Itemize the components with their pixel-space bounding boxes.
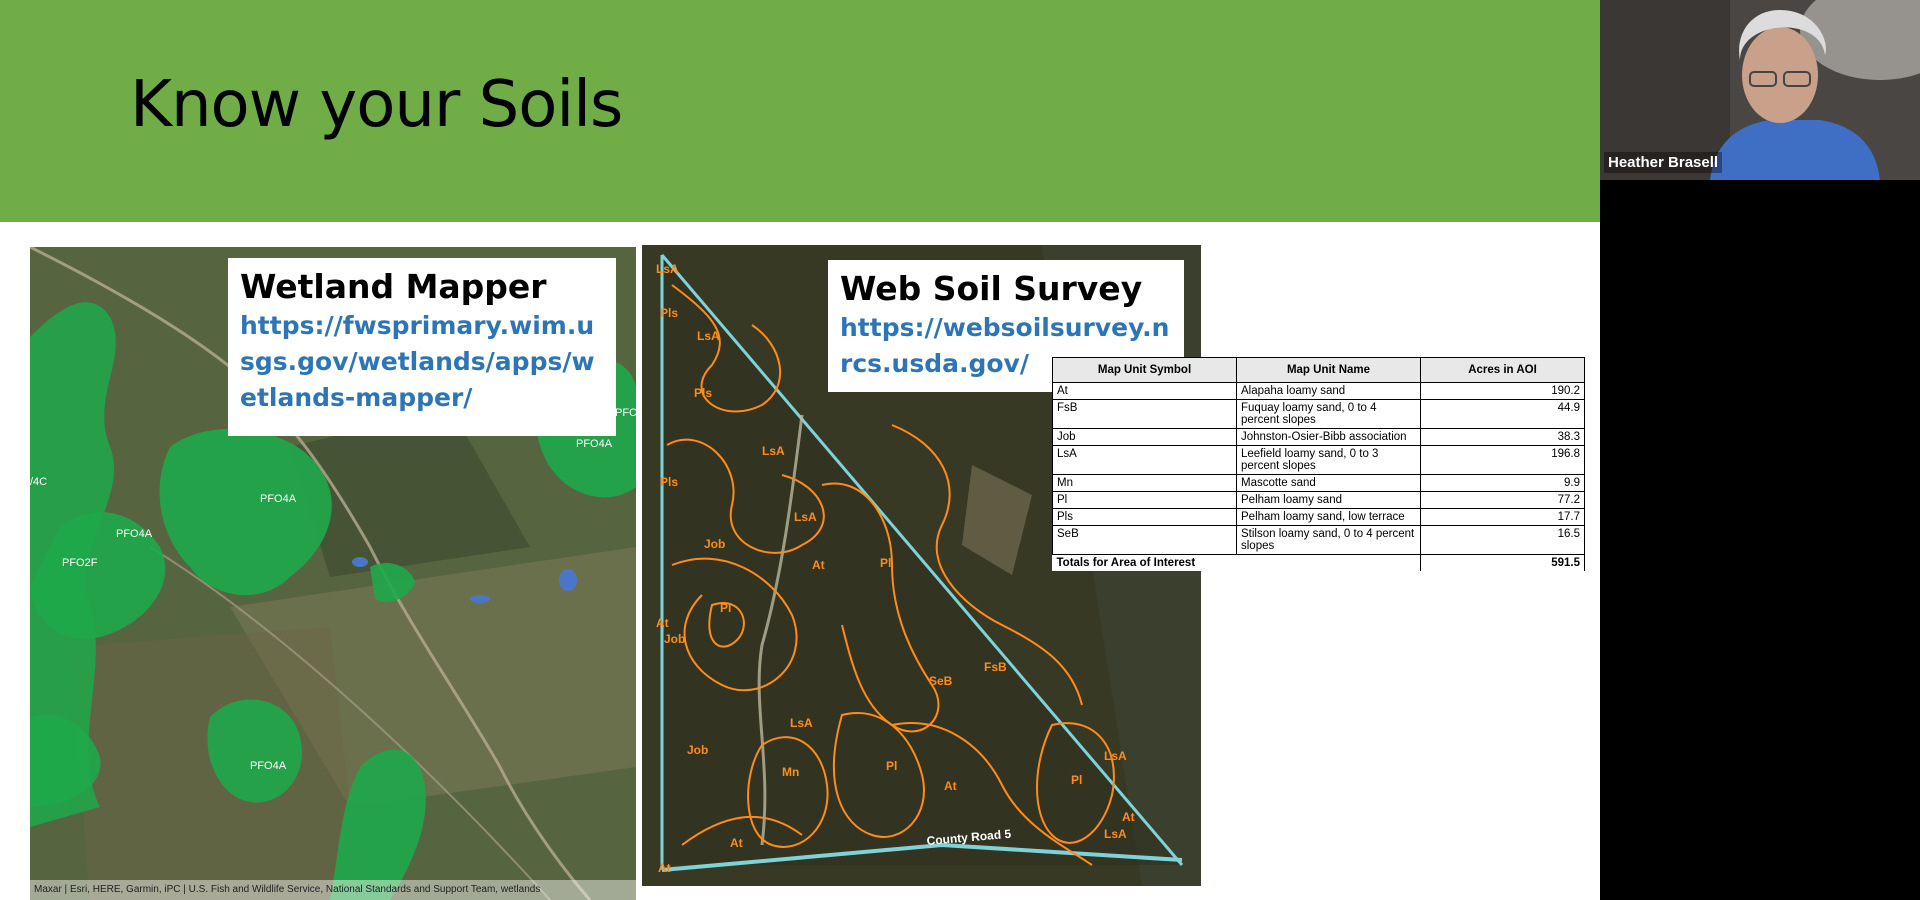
soil-map-label: Pl — [886, 759, 897, 773]
wetland-map-label: PFO2F — [62, 557, 98, 569]
table-header: Map Unit Name — [1236, 357, 1421, 383]
table-header-row: Map Unit Symbol Map Unit Name Acres in A… — [1052, 357, 1585, 383]
soil-map-label: Job — [687, 743, 708, 757]
acres-cell: 9.9 — [1420, 474, 1585, 492]
soil-map-label: LsA — [697, 329, 720, 343]
presentation-slide: Know your Soils PFO4A PFO4A PFO2F PFO4A … — [0, 0, 1600, 900]
table-row: At Alapaha loamy sand 190.2 — [1052, 382, 1585, 400]
map-unit-symbol-cell: Pls — [1052, 508, 1237, 526]
soil-map-label: Pls — [660, 475, 678, 489]
soil-map-label: Job — [664, 632, 685, 646]
soil-map-label: Pl — [720, 601, 731, 615]
participant-video-tile[interactable]: Heather Brasell — [1600, 0, 1920, 180]
soil-map-label: LsA — [1104, 827, 1127, 841]
table-total-row: Totals for Area of Interest 591.5 — [1052, 554, 1585, 571]
table-row: LsA Leefield loamy sand, 0 to 3 percent s… — [1052, 445, 1585, 475]
map-unit-name-cell: Johnston-Osier-Bibb association — [1236, 428, 1421, 446]
table-row: Mn Mascotte sand 9.9 — [1052, 474, 1585, 492]
wetland-map-label: PFO4A — [116, 528, 153, 540]
acres-cell: 17.7 — [1420, 508, 1585, 526]
soil-map-label: FsB — [984, 660, 1007, 674]
table-row: Pls Pelham loamy sand, low terrace 17.7 — [1052, 508, 1585, 526]
table-row: FsB Fuquay loamy sand, 0 to 4 percent slo… — [1052, 399, 1585, 429]
map-unit-symbol-cell: At — [1052, 382, 1237, 400]
soil-map-label: LsA — [794, 510, 817, 524]
map-unit-symbol-cell: SeB — [1052, 525, 1237, 555]
wetland-mapper-title: Wetland Mapper — [240, 267, 547, 306]
wetland-mapper-link[interactable]: https://fwsprimary.wim.usgs.gov/wetlands… — [240, 308, 604, 416]
soil-map-label: LsA — [762, 444, 785, 458]
map-unit-name-cell: Pelham loamy sand, low terrace — [1236, 508, 1421, 526]
wetland-mapper-callout: Wetland Mapper https://fwsprimary.wim.us… — [228, 258, 616, 436]
map-unit-name-cell: Fuquay loamy sand, 0 to 4 percent slopes — [1236, 399, 1421, 429]
wetland-map-label: PFC — [615, 407, 636, 419]
table-row: Pl Pelham loamy sand 77.2 — [1052, 491, 1585, 509]
table-header: Acres in AOI — [1420, 357, 1585, 383]
soil-map-label: At — [730, 836, 743, 850]
acres-cell: 77.2 — [1420, 491, 1585, 509]
acres-cell: 190.2 — [1420, 382, 1585, 400]
map-unit-name-cell: Alapaha loamy sand — [1236, 382, 1421, 400]
total-label: Totals for Area of Interest — [1052, 554, 1421, 571]
map-unit-name-cell: Stilson loamy sand, 0 to 4 percent slope… — [1236, 525, 1421, 555]
map-unit-symbol-cell: Job — [1052, 428, 1237, 446]
acres-cell: 196.8 — [1420, 445, 1585, 475]
soil-map-label: At — [812, 558, 825, 572]
soil-map-label: At — [658, 861, 671, 875]
total-value: 591.5 — [1420, 554, 1585, 571]
slide-title: Know your Soils — [130, 68, 623, 142]
table-row: SeB Stilson loamy sand, 0 to 4 percent sl… — [1052, 525, 1585, 555]
map-attribution: Maxar | Esri, HERE, Garmin, iPC | U.S. F… — [30, 880, 636, 900]
soil-map-label: LsA — [790, 716, 813, 730]
acres-cell: 38.3 — [1420, 428, 1585, 446]
web-soil-survey-title: Web Soil Survey — [840, 269, 1143, 308]
table-header: Map Unit Symbol — [1052, 357, 1237, 383]
soil-map-label: Pl — [880, 556, 891, 570]
wetland-map-label: PFO4A — [576, 438, 613, 450]
soil-map-label: Job — [704, 537, 725, 551]
map-unit-name-cell: Mascotte sand — [1236, 474, 1421, 492]
soil-map-unit-table: Map Unit Symbol Map Unit Name Acres in A… — [1052, 357, 1585, 571]
soil-map-label: Pls — [694, 386, 712, 400]
wetland-map-label: PFO4A — [250, 760, 287, 772]
map-unit-name-cell: Pelham loamy sand — [1236, 491, 1421, 509]
wetland-map-label: PFO4A — [260, 493, 297, 505]
soil-map-label: LsA — [1104, 749, 1127, 763]
soil-map-label: At — [656, 616, 669, 630]
soil-map-label: SeB — [929, 674, 953, 688]
participant-name: Heather Brasell — [1604, 152, 1723, 173]
acres-cell: 16.5 — [1420, 525, 1585, 555]
soil-map-label: At — [944, 779, 957, 793]
map-unit-symbol-cell: Mn — [1052, 474, 1237, 492]
map-unit-symbol-cell: Pl — [1052, 491, 1237, 509]
map-unit-name-cell: Leefield loamy sand, 0 to 3 percent slop… — [1236, 445, 1421, 475]
acres-cell: 44.9 — [1420, 399, 1585, 429]
table-row: Job Johnston-Osier-Bibb association 38.3 — [1052, 428, 1585, 446]
soil-map-label: Pls — [660, 306, 678, 320]
soil-map-label: LsA — [656, 262, 679, 276]
soil-map-label: Mn — [782, 765, 799, 779]
soil-map-label: Pl — [1071, 773, 1082, 787]
soil-map-label: At — [1122, 810, 1135, 824]
wetland-map-label: /4C — [30, 476, 47, 488]
map-unit-symbol-cell: LsA — [1052, 445, 1237, 475]
map-unit-symbol-cell: FsB — [1052, 399, 1237, 429]
